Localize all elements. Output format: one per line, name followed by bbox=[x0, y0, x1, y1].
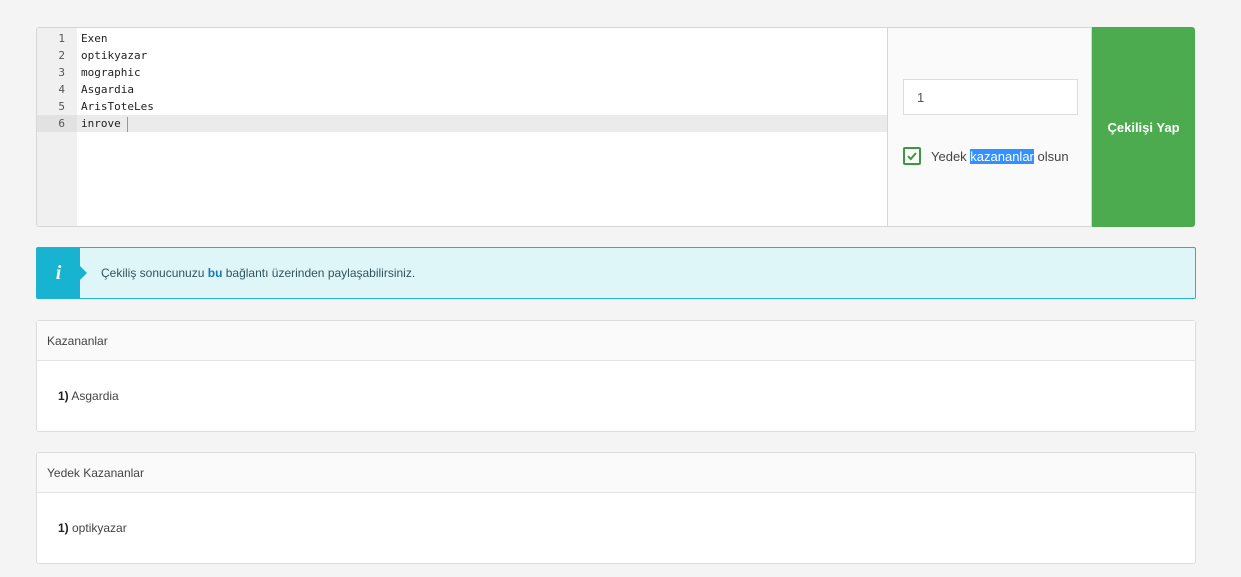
editor-content[interactable]: Exen optikyazar mographic Asgardia ArisT… bbox=[77, 28, 887, 226]
backup-winners-title: Yedek Kazananlar bbox=[37, 453, 1195, 493]
winners-list: 1) Asgardia bbox=[37, 361, 1195, 431]
backup-winners-list: 1) optikyazar bbox=[37, 493, 1195, 563]
participants-editor[interactable]: 1 2 3 4 5 6 Exen optikyazar mographic As… bbox=[36, 27, 887, 227]
participant-line[interactable]: ArisToteLes bbox=[77, 98, 887, 115]
alert-text-after: bağlantı üzerinden paylaşabilirsiniz. bbox=[222, 266, 416, 280]
line-number: 3 bbox=[58, 66, 65, 79]
checkmark-icon bbox=[907, 152, 917, 161]
participant-name: optikyazar bbox=[81, 49, 148, 62]
line-number: 2 bbox=[58, 49, 65, 62]
draw-settings: Yedek kazananlar olsun bbox=[887, 27, 1092, 227]
label-suffix: olsun bbox=[1033, 148, 1069, 164]
selected-text: kazananlar bbox=[970, 148, 1034, 164]
winner-name: Asgardia bbox=[68, 389, 119, 403]
line-number: 5 bbox=[58, 100, 65, 113]
participant-name: inrove bbox=[81, 117, 121, 130]
list-item: 1) optikyazar bbox=[58, 521, 127, 535]
winner-count-input[interactable] bbox=[903, 79, 1078, 115]
participant-line-active[interactable]: inrove bbox=[77, 115, 887, 132]
participant-name: Asgardia bbox=[81, 83, 134, 96]
backup-winners-option[interactable]: Yedek kazananlar olsun bbox=[903, 147, 1069, 165]
text-cursor bbox=[126, 116, 128, 132]
participant-line[interactable]: Asgardia bbox=[77, 81, 887, 98]
participant-name: mographic bbox=[81, 66, 141, 79]
participant-name: ArisToteLes bbox=[81, 100, 154, 113]
winners-title: Kazananlar bbox=[37, 321, 1195, 361]
backup-winners-checkbox[interactable] bbox=[903, 147, 921, 165]
backup-winner-rank: 1) bbox=[58, 521, 69, 535]
backup-winners-label: Yedek kazananlar olsun bbox=[931, 148, 1069, 164]
winners-card: Kazananlar 1) Asgardia bbox=[36, 320, 1196, 432]
list-item: 1) Asgardia bbox=[58, 389, 119, 403]
participant-line[interactable]: optikyazar bbox=[77, 47, 887, 64]
share-alert: i Çekiliş sonucunuzu bu bağlantı üzerind… bbox=[36, 247, 1196, 299]
participant-name: Exen bbox=[81, 32, 108, 45]
alert-text-before: Çekiliş sonucunuzu bbox=[101, 266, 208, 280]
draw-panel: 1 2 3 4 5 6 Exen optikyazar mographic As… bbox=[36, 27, 1195, 227]
participant-line[interactable]: mographic bbox=[77, 64, 887, 81]
alert-message: Çekiliş sonucunuzu bu bağlantı üzerinden… bbox=[80, 266, 415, 280]
share-link[interactable]: bu bbox=[208, 266, 223, 280]
draw-button[interactable]: Çekilişi Yap bbox=[1092, 27, 1195, 227]
line-number: 1 bbox=[58, 32, 65, 45]
backup-winner-name: optikyazar bbox=[68, 521, 127, 535]
line-number: 4 bbox=[58, 83, 65, 96]
participant-line[interactable]: Exen bbox=[77, 30, 887, 47]
info-icon: i bbox=[37, 248, 87, 298]
label-prefix: Yedek bbox=[931, 148, 971, 164]
winner-rank: 1) bbox=[58, 389, 69, 403]
line-number-active: 6 bbox=[37, 115, 77, 132]
backup-winners-card: Yedek Kazananlar 1) optikyazar bbox=[36, 452, 1196, 564]
line-number-gutter: 1 2 3 4 5 6 bbox=[37, 28, 77, 226]
